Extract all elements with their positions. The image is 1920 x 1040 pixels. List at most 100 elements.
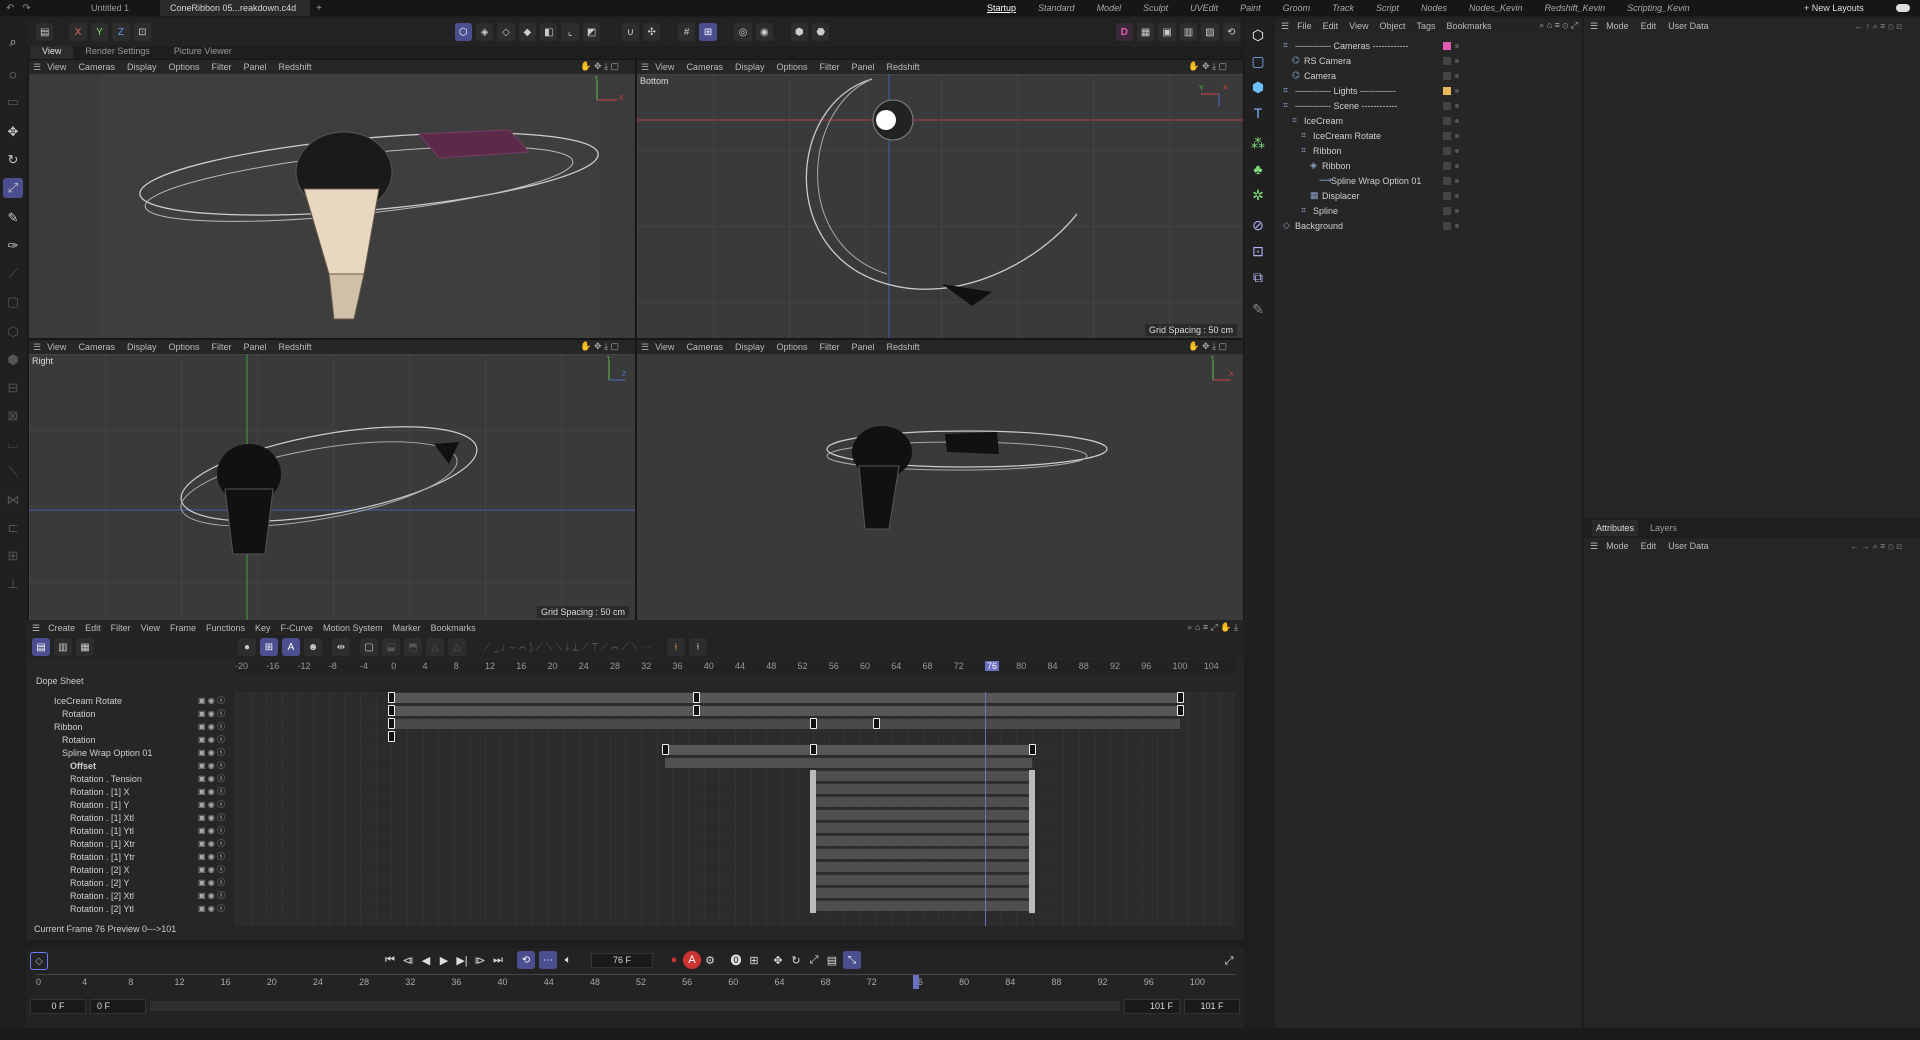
hamburger-icon[interactable]: ☰: [33, 62, 41, 73]
key-range-bar[interactable]: [813, 797, 1032, 807]
key-step-icon[interactable]: ⬓: [382, 638, 400, 656]
key-settings-icon[interactable]: ⚙: [701, 951, 719, 969]
keyframe-marker[interactable]: [661, 744, 669, 755]
viewport-front[interactable]: ☰ View Cameras Display Options Filter Pa…: [636, 339, 1244, 621]
menu-panel[interactable]: Panel: [244, 342, 267, 352]
track-row[interactable]: Rotation . [1] Y ▣ ◉ ⓢ: [26, 798, 226, 811]
toggle-icon[interactable]: [1896, 4, 1910, 12]
bevel-icon[interactable]: ⊠: [3, 406, 23, 426]
keyframe-marker[interactable]: [810, 796, 817, 809]
menu-filter[interactable]: Filter: [212, 342, 232, 352]
viewport-perspective[interactable]: ☰ View Cameras Display Options Filter Pa…: [28, 59, 636, 339]
workplane-snap-icon[interactable]: ⊞: [699, 23, 717, 41]
menu-display[interactable]: Display: [127, 342, 157, 352]
menu-mode[interactable]: Mode: [1606, 541, 1629, 551]
object-row[interactable]: ◈ Ribbon: [1275, 158, 1582, 173]
record-icon[interactable]: ●: [665, 951, 683, 969]
keyframe-marker[interactable]: [810, 718, 818, 729]
menu-cameras[interactable]: Cameras: [78, 342, 115, 352]
text-icon[interactable]: T: [1247, 102, 1269, 124]
render-view-icon[interactable]: ▦: [1136, 23, 1155, 41]
timeline-tool-icons[interactable]: ⌕ ⌂ ≡ ⤢ ✋ ⤓: [1187, 622, 1238, 633]
om-tool-icons[interactable]: ⌕ ⌂ ≡ ⊙ ⤢: [1539, 20, 1578, 31]
menu-panel[interactable]: Panel: [852, 62, 875, 72]
key-spline-icon[interactable]: △: [448, 638, 466, 656]
next-frame-icon[interactable]: ▶|: [453, 951, 471, 969]
keyframe-marker[interactable]: [1028, 822, 1035, 835]
axis-x-button[interactable]: X: [69, 23, 87, 41]
solo-icon[interactable]: ◩: [582, 23, 601, 41]
keyframe-marker[interactable]: [810, 900, 817, 913]
keyframe-marker[interactable]: [1028, 848, 1035, 861]
track-toggle-icons[interactable]: ▣ ◉ ⓢ: [198, 747, 225, 758]
hamburger-icon[interactable]: ☰: [641, 342, 649, 353]
timeline-menu-item[interactable]: Bookmarks: [431, 623, 476, 633]
point-level-icon[interactable]: ⤡: [843, 951, 861, 969]
key-range-bar[interactable]: [813, 836, 1032, 846]
keyframe-marker[interactable]: [1028, 783, 1035, 796]
editor-visibility-dot[interactable]: [1455, 163, 1459, 168]
keyframe-selection-icon[interactable]: ⓿: [727, 951, 745, 969]
viewport-right[interactable]: ☰ View Cameras Display Options Filter Pa…: [28, 339, 636, 621]
visibility-dots[interactable]: [1443, 191, 1462, 200]
track-row[interactable]: Rotation . [1] Xtr ▣ ◉ ⓢ: [26, 837, 226, 850]
key-range-bar[interactable]: [813, 771, 1032, 781]
menu-display[interactable]: Display: [127, 62, 157, 72]
brush-icon[interactable]: ⟋: [3, 264, 23, 284]
menu-filter[interactable]: Filter: [820, 62, 840, 72]
viewport-bottom[interactable]: ☰ View Cameras Display Options Filter Pa…: [636, 59, 1244, 339]
track-toggle-icons[interactable]: ▣ ◉ ⓢ: [198, 708, 225, 719]
pla-icon[interactable]: ⊞: [745, 951, 763, 969]
refresh-icon[interactable]: ⟲: [1222, 23, 1240, 41]
keyframe-marker[interactable]: [810, 783, 817, 796]
param-key-icon[interactable]: ▤: [823, 951, 841, 969]
nav-arrows-icon[interactable]: ← → ⌕ ≡ ⊙ ⊡: [1850, 541, 1902, 552]
primitive-icon[interactable]: ⬢: [1247, 76, 1269, 98]
menu-user-data[interactable]: User Data: [1668, 541, 1709, 551]
editor-visibility-dot[interactable]: [1455, 73, 1459, 78]
key-range-bar[interactable]: [391, 706, 1181, 716]
key-mode-icon[interactable]: ●: [238, 638, 256, 656]
track-row[interactable]: Rotation . [2] X ▣ ◉ ⓢ: [26, 863, 226, 876]
cloner-icon[interactable]: ♣: [1247, 158, 1269, 180]
editor-visibility-dot[interactable]: [1455, 148, 1459, 153]
redo-icon[interactable]: ↷: [22, 3, 30, 14]
object-row[interactable]: ⌗ ------------ Lights ------------: [1275, 83, 1582, 98]
cube-icon[interactable]: ⬡: [1247, 24, 1269, 46]
timeline-menu-item[interactable]: F-Curve: [281, 623, 314, 633]
loop-icon[interactable]: ⟲: [517, 951, 535, 969]
viewport-nav-icons[interactable]: ✋ ✥ ⤓ ▢: [1188, 341, 1227, 352]
track-row[interactable]: Rotation . [2] Ytl ▣ ◉ ⓢ: [26, 902, 226, 915]
key-range-bar[interactable]: [813, 849, 1032, 859]
polygons-mode-icon[interactable]: ◆: [518, 23, 537, 41]
magnet-icon[interactable]: ∪: [621, 23, 640, 41]
keyframe-marker[interactable]: [388, 705, 396, 716]
track-row[interactable]: Rotation . [2] Y ▣ ◉ ⓢ: [26, 876, 226, 889]
track-row[interactable]: Rotation . [1] Xtl ▣ ◉ ⓢ: [26, 811, 226, 824]
range-icon[interactable]: ⋯: [539, 951, 557, 969]
object-row[interactable]: ⌗ ------------ Cameras ------------: [1275, 38, 1582, 53]
scale-icon[interactable]: ⤢: [3, 178, 23, 198]
om-menu-item[interactable]: File: [1297, 21, 1312, 31]
visibility-dots[interactable]: [1443, 176, 1462, 185]
menu-redshift[interactable]: Redshift: [887, 342, 920, 352]
layer-color-swatch[interactable]: [1443, 161, 1451, 170]
editor-visibility-dot[interactable]: [1455, 88, 1459, 93]
tangent-tools[interactable]: ⟋ ⌟ ⌋ ⌣ ⌒ ⟆ ⟋ ⟍ ⟍ ⤓ ⊥ ⟋ ⊤ ⟋ ⌒ ⟋ ⟍ ⋯: [484, 642, 651, 653]
editor-visibility-dot[interactable]: [1455, 43, 1459, 48]
history-arrows[interactable]: ↶ ↷: [0, 3, 60, 14]
key-range-bar[interactable]: [813, 875, 1032, 885]
tab-render-settings[interactable]: Render Settings: [73, 46, 162, 60]
hamburger-icon[interactable]: ☰: [641, 62, 649, 73]
visibility-dots[interactable]: [1443, 56, 1462, 65]
prev-frame-icon[interactable]: ◀: [417, 951, 435, 969]
object-row[interactable]: ▦ Displacer: [1275, 188, 1582, 203]
menu-cameras[interactable]: Cameras: [686, 342, 723, 352]
layer-color-swatch[interactable]: [1443, 131, 1451, 140]
person-icon[interactable]: ☻: [304, 638, 322, 656]
timeline-menu-item[interactable]: View: [141, 623, 160, 633]
position-key-icon[interactable]: ✥: [769, 951, 787, 969]
viewport-canvas[interactable]: Right Grid Spacing : 50 cm YZ: [29, 354, 635, 620]
editor-visibility-dot[interactable]: [1455, 223, 1459, 228]
menu-cameras[interactable]: Cameras: [686, 62, 723, 72]
